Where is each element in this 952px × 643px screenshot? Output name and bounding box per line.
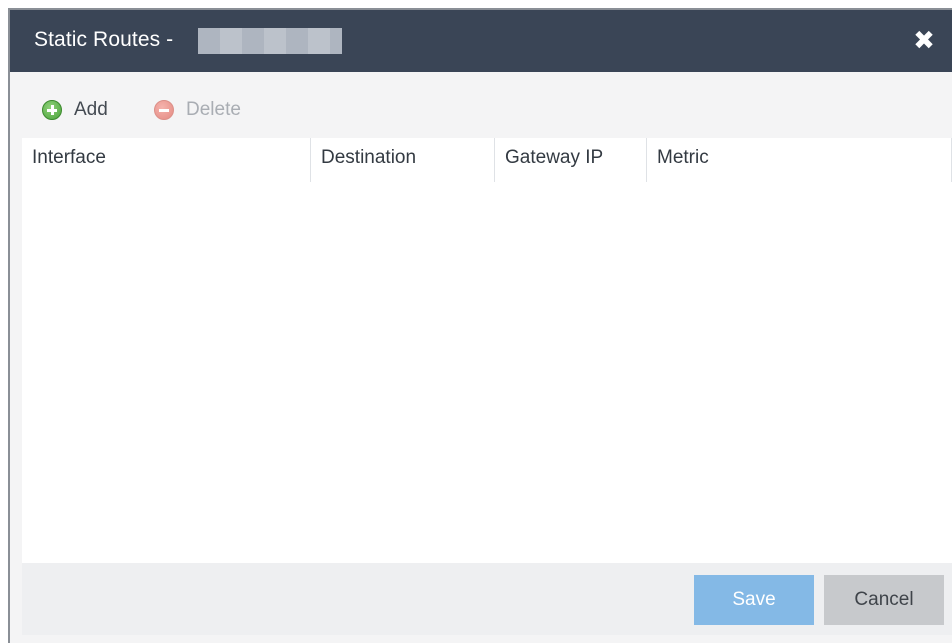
column-header-gateway-ip[interactable]: Gateway IP [494, 138, 646, 182]
dialog-footer: Save Cancel [22, 563, 952, 635]
dialog-titlebar: Static Routes - ✖ [10, 10, 952, 72]
table-body[interactable] [22, 182, 952, 563]
column-header-destination[interactable]: Destination [310, 138, 494, 182]
toolbar: Add Delete [22, 88, 952, 136]
add-button-label: Add [74, 99, 108, 120]
static-routes-dialog: Static Routes - ✖ Add Delete Interface D… [8, 8, 952, 643]
add-button[interactable]: Add [42, 94, 108, 126]
close-icon[interactable]: ✖ [910, 26, 938, 54]
routes-table: Interface Destination Gateway IP Metric [22, 138, 952, 563]
table-header: Interface Destination Gateway IP Metric [22, 138, 952, 182]
column-header-metric[interactable]: Metric [646, 138, 952, 182]
column-header-interface[interactable]: Interface [22, 138, 310, 182]
cancel-button[interactable]: Cancel [824, 575, 944, 625]
remove-circle-icon [154, 100, 174, 120]
delete-button[interactable]: Delete [154, 94, 241, 126]
add-circle-icon [42, 100, 62, 120]
dialog-title: Static Routes - [34, 28, 174, 51]
save-button[interactable]: Save [694, 575, 814, 625]
redacted-device-name [198, 28, 342, 54]
delete-button-label: Delete [186, 99, 241, 120]
